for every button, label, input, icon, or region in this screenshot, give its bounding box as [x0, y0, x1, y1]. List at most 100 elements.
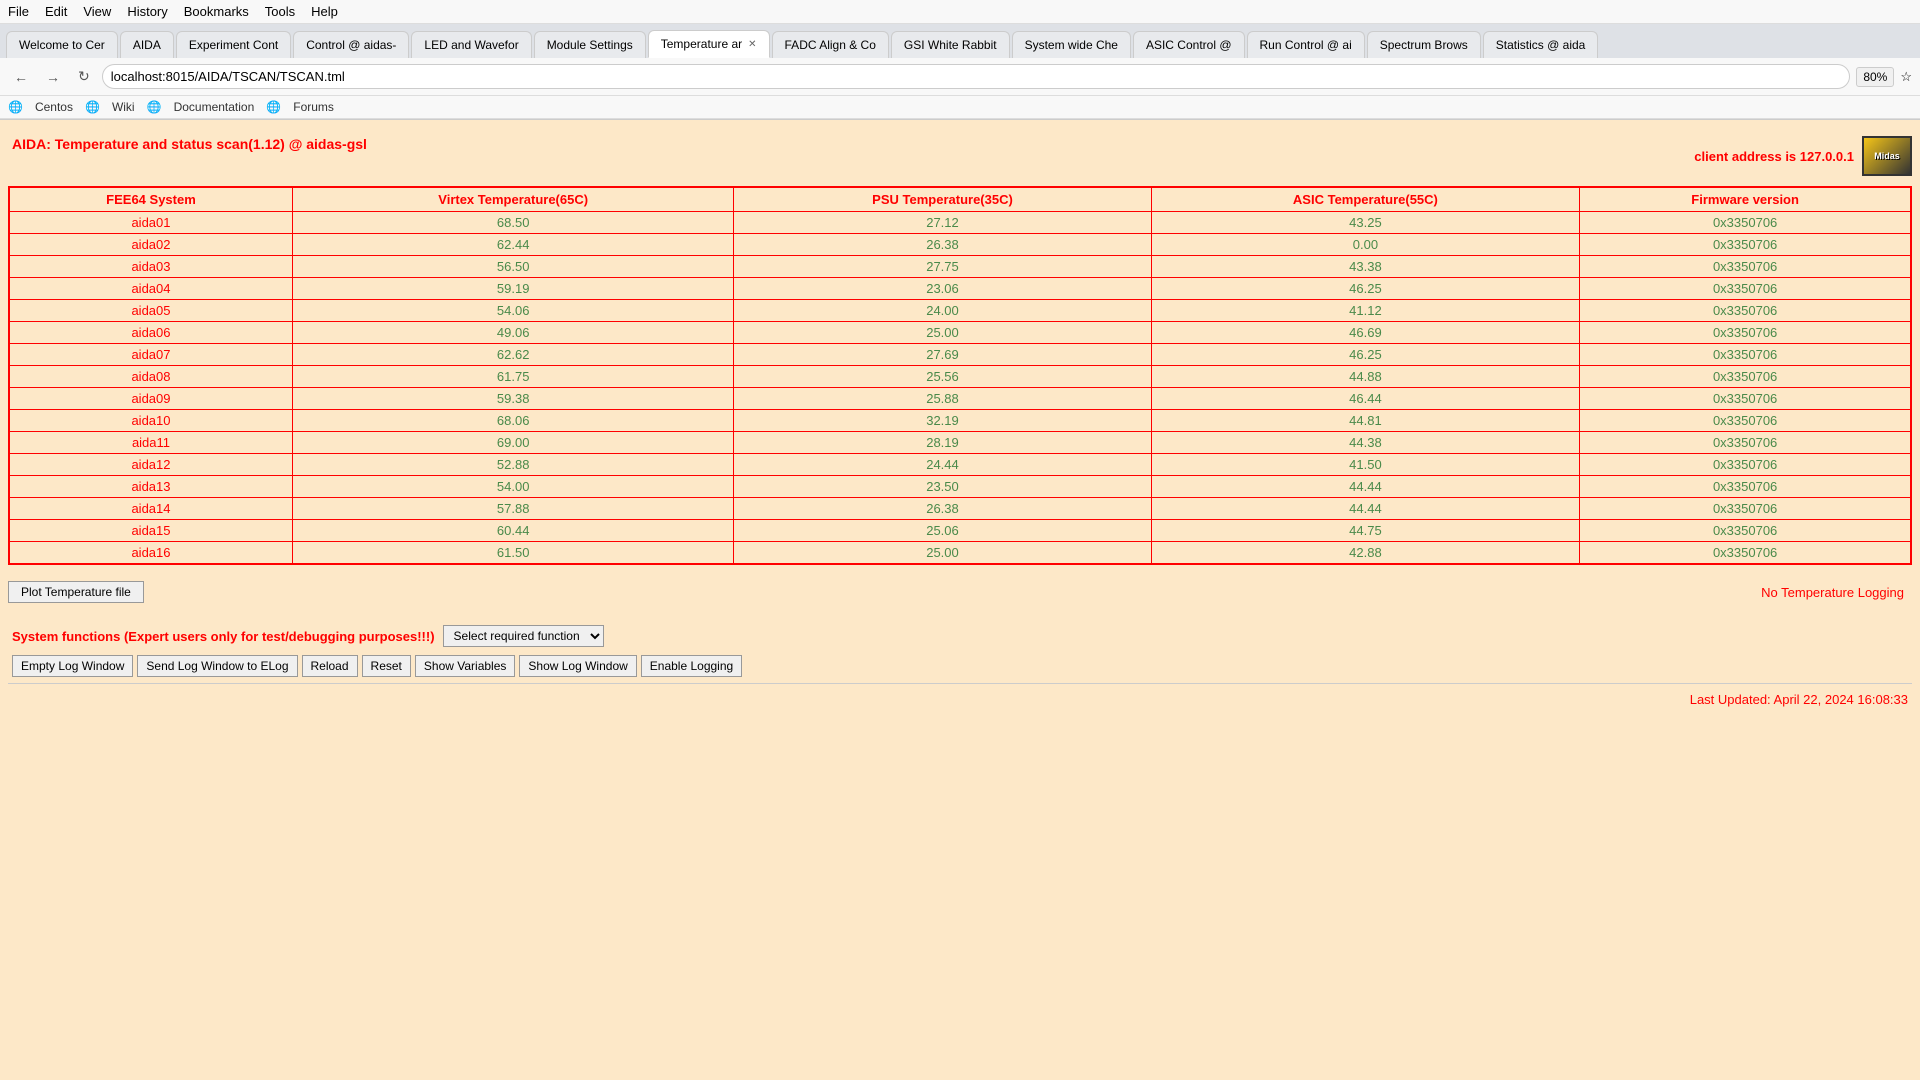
browser-chrome: File Edit View History Bookmarks Tools H…	[0, 0, 1920, 120]
back-button[interactable]: ←	[8, 67, 34, 87]
tab-temperature[interactable]: Temperature ar ✕	[648, 30, 770, 58]
tab-aida[interactable]: AIDA	[120, 31, 174, 58]
menu-view[interactable]: View	[83, 4, 111, 19]
table-cell-4-0: aida05	[9, 300, 292, 322]
menu-help[interactable]: Help	[311, 4, 338, 19]
bookmark-forums[interactable]: Forums	[293, 100, 334, 114]
table-cell-15-3: 42.88	[1151, 542, 1580, 565]
midas-logo: Midas	[1862, 136, 1912, 176]
table-cell-9-4: 0x3350706	[1580, 410, 1911, 432]
table-cell-13-2: 26.38	[734, 498, 1151, 520]
col-header-firmware: Firmware version	[1580, 187, 1911, 212]
forward-button[interactable]: →	[40, 67, 66, 87]
tab-spectrum[interactable]: Spectrum Brows	[1367, 31, 1481, 58]
menu-tools[interactable]: Tools	[265, 4, 295, 19]
table-cell-13-4: 0x3350706	[1580, 498, 1911, 520]
empty-log-button[interactable]: Empty Log Window	[12, 655, 133, 677]
enable-logging-button[interactable]: Enable Logging	[641, 655, 742, 677]
table-cell-11-4: 0x3350706	[1580, 454, 1911, 476]
table-cell-0-4: 0x3350706	[1580, 212, 1911, 234]
table-row: aida1457.8826.3844.440x3350706	[9, 498, 1911, 520]
client-address: client address is 127.0.0.1	[1694, 149, 1854, 164]
menu-bookmarks[interactable]: Bookmarks	[184, 4, 249, 19]
table-cell-4-1: 54.06	[292, 300, 733, 322]
table-cell-0-2: 27.12	[734, 212, 1151, 234]
table-cell-4-3: 41.12	[1151, 300, 1580, 322]
tab-led[interactable]: LED and Wavefor	[411, 31, 531, 58]
table-cell-9-3: 44.81	[1151, 410, 1580, 432]
tab-run[interactable]: Run Control @ ai	[1247, 31, 1365, 58]
system-functions-label: System functions (Expert users only for …	[12, 629, 435, 644]
table-cell-3-0: aida04	[9, 278, 292, 300]
table-cell-11-0: aida12	[9, 454, 292, 476]
table-cell-3-2: 23.06	[734, 278, 1151, 300]
reload-button-action[interactable]: Reload	[302, 655, 358, 677]
table-cell-12-1: 54.00	[292, 476, 733, 498]
table-cell-7-4: 0x3350706	[1580, 366, 1911, 388]
table-cell-1-2: 26.38	[734, 234, 1151, 256]
table-cell-2-4: 0x3350706	[1580, 256, 1911, 278]
show-variables-button[interactable]: Show Variables	[415, 655, 516, 677]
table-cell-15-0: aida16	[9, 542, 292, 565]
table-cell-9-2: 32.19	[734, 410, 1151, 432]
tab-control[interactable]: Control @ aidas-	[293, 31, 409, 58]
reset-button[interactable]: Reset	[362, 655, 411, 677]
table-row: aida0861.7525.5644.880x3350706	[9, 366, 1911, 388]
table-row: aida1560.4425.0644.750x3350706	[9, 520, 1911, 542]
page-content: AIDA: Temperature and status scan(1.12) …	[0, 120, 1920, 1080]
globe-icon3: 🌐	[147, 100, 162, 114]
table-cell-10-1: 69.00	[292, 432, 733, 454]
table-cell-8-0: aida09	[9, 388, 292, 410]
tab-asic[interactable]: ASIC Control @	[1133, 31, 1245, 58]
bookmark-centos[interactable]: Centos	[35, 100, 73, 114]
last-updated: Last Updated: April 22, 2024 16:08:33	[8, 683, 1912, 715]
table-cell-8-4: 0x3350706	[1580, 388, 1911, 410]
tab-module[interactable]: Module Settings	[534, 31, 646, 58]
table-row: aida0762.6227.6946.250x3350706	[9, 344, 1911, 366]
table-cell-6-0: aida07	[9, 344, 292, 366]
tab-statistics[interactable]: Statistics @ aida	[1483, 31, 1599, 58]
system-functions-row: System functions (Expert users only for …	[8, 619, 1912, 653]
table-cell-12-3: 44.44	[1151, 476, 1580, 498]
plot-temperature-button[interactable]: Plot Temperature file	[8, 581, 144, 603]
tab-system[interactable]: System wide Che	[1012, 31, 1131, 58]
menu-history[interactable]: History	[127, 4, 167, 19]
select-function-dropdown[interactable]: Select required function	[443, 625, 604, 647]
menu-file[interactable]: File	[8, 4, 29, 19]
bookmark-wiki[interactable]: Wiki	[112, 100, 135, 114]
table-cell-5-3: 46.69	[1151, 322, 1580, 344]
tab-welcome[interactable]: Welcome to Cer	[6, 31, 118, 58]
menu-edit[interactable]: Edit	[45, 4, 67, 19]
table-row: aida0262.4426.380.000x3350706	[9, 234, 1911, 256]
bookmark-icon[interactable]: ☆	[1900, 69, 1912, 85]
table-row: aida1354.0023.5044.440x3350706	[9, 476, 1911, 498]
table-cell-1-4: 0x3350706	[1580, 234, 1911, 256]
table-cell-11-2: 24.44	[734, 454, 1151, 476]
tab-fadc[interactable]: FADC Align & Co	[772, 31, 889, 58]
no-logging-label: No Temperature Logging	[1761, 585, 1904, 600]
table-cell-1-0: aida02	[9, 234, 292, 256]
table-cell-15-1: 61.50	[292, 542, 733, 565]
table-cell-12-4: 0x3350706	[1580, 476, 1911, 498]
table-cell-10-2: 28.19	[734, 432, 1151, 454]
bookmark-documentation[interactable]: Documentation	[174, 100, 255, 114]
table-row: aida0459.1923.0646.250x3350706	[9, 278, 1911, 300]
tab-experiment[interactable]: Experiment Cont	[176, 31, 291, 58]
tab-gsi[interactable]: GSI White Rabbit	[891, 31, 1010, 58]
table-cell-2-1: 56.50	[292, 256, 733, 278]
reload-button[interactable]: ↻	[72, 66, 96, 87]
table-row: aida1068.0632.1944.810x3350706	[9, 410, 1911, 432]
table-cell-5-0: aida06	[9, 322, 292, 344]
table-cell-1-1: 62.44	[292, 234, 733, 256]
show-log-button[interactable]: Show Log Window	[519, 655, 636, 677]
table-cell-8-1: 59.38	[292, 388, 733, 410]
table-cell-8-3: 46.44	[1151, 388, 1580, 410]
send-log-button[interactable]: Send Log Window to ELog	[137, 655, 297, 677]
globe-icon2: 🌐	[85, 100, 100, 114]
action-buttons-row: Empty Log Window Send Log Window to ELog…	[8, 653, 1912, 679]
close-tab-icon[interactable]: ✕	[748, 39, 756, 50]
table-cell-13-1: 57.88	[292, 498, 733, 520]
table-row: aida0356.5027.7543.380x3350706	[9, 256, 1911, 278]
url-input[interactable]	[102, 64, 1851, 89]
page-title: AIDA: Temperature and status scan(1.12) …	[8, 128, 371, 160]
